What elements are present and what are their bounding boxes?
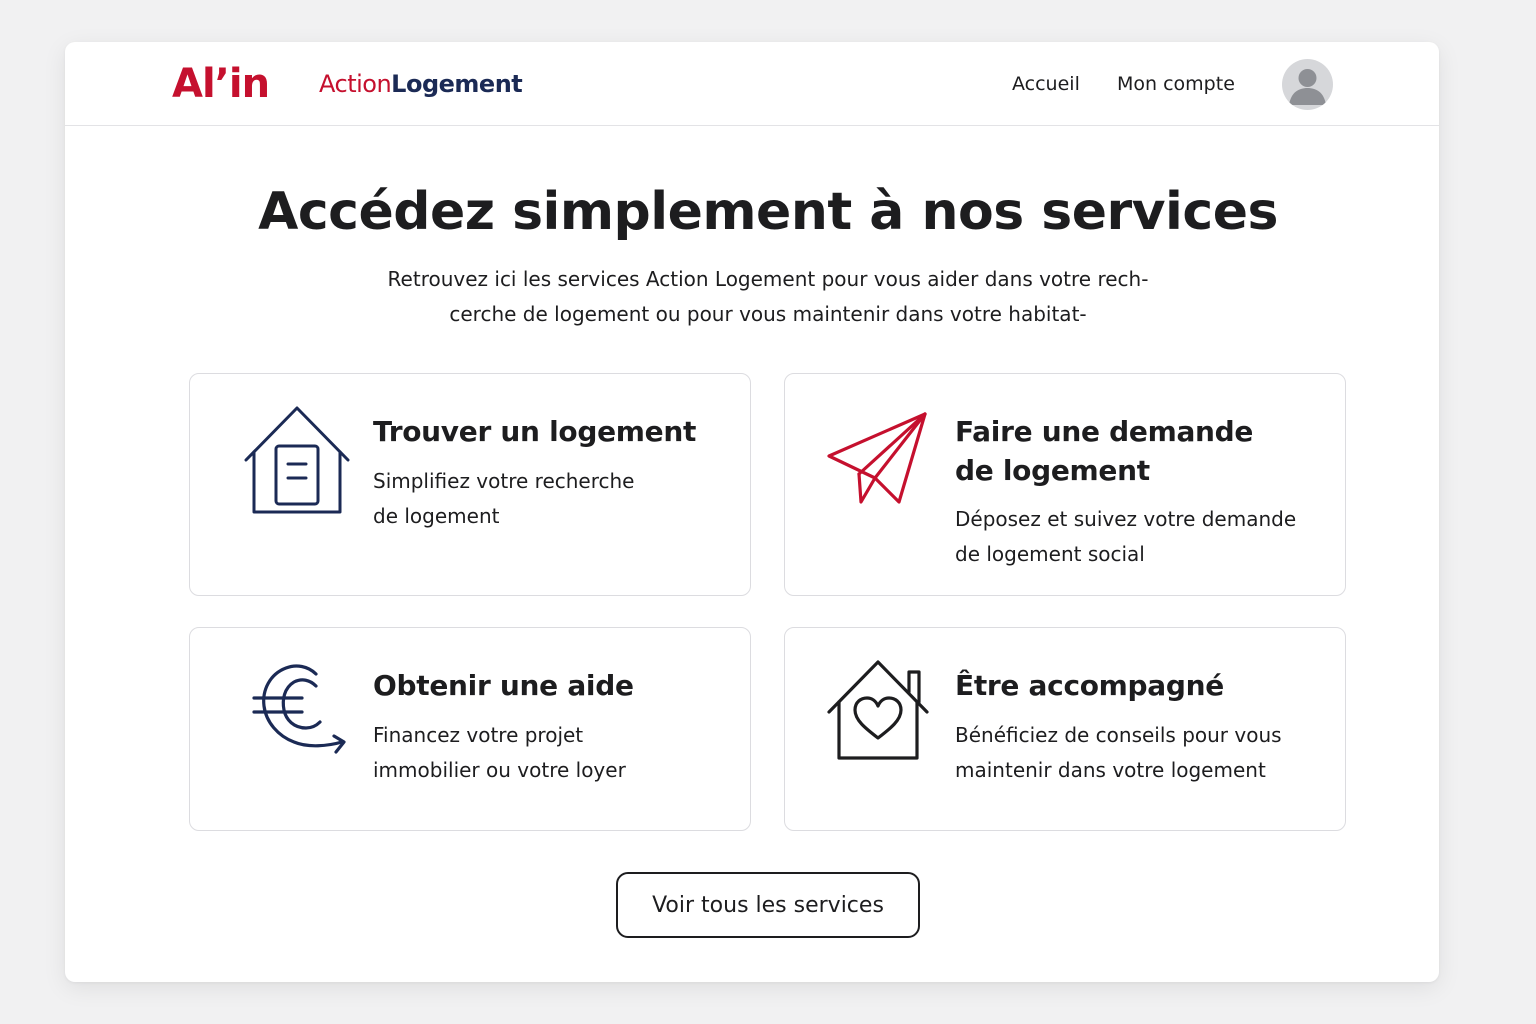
card-title: Être accompagné xyxy=(955,666,1224,705)
paper-plane-icon xyxy=(827,410,929,512)
action-logement-logo[interactable]: ActionLogement xyxy=(319,68,523,100)
card-title: Trouver un logement xyxy=(373,412,696,451)
card-title-line: de logement xyxy=(955,454,1150,487)
house-document-icon xyxy=(240,404,354,522)
subtitle-line: Retrouvez ici les services Action Logeme… xyxy=(387,267,1149,291)
card-desc-line: maintenir dans votre logement xyxy=(955,758,1266,782)
card-title-line: Trouver un logement xyxy=(373,415,697,448)
card-desc-line: Bénéficiez de conseils pour vous xyxy=(955,723,1282,747)
card-description: Financez votre projet immobilier ou votr… xyxy=(373,718,626,788)
euro-arrow-icon xyxy=(250,660,350,764)
nav-link-accueil[interactable]: Accueil xyxy=(1012,72,1080,96)
page-subtitle: Retrouvez ici les services Action Logeme… xyxy=(340,262,1196,332)
nav-link-mon-compte[interactable]: Mon compte xyxy=(1117,72,1235,96)
house-heart-icon xyxy=(825,658,931,768)
card-title: Faire une demande de logement xyxy=(955,412,1253,490)
card-title: Obtenir une aide xyxy=(373,666,634,705)
card-desc-line: immobilier ou votre loyer xyxy=(373,758,626,782)
card-desc-line: Financez votre projet xyxy=(373,723,584,747)
card-desc-line: Simplifiez votre recherche xyxy=(373,469,635,493)
logo-logement-text: Logement xyxy=(391,70,523,98)
service-card-obtenir-aide[interactable]: Obtenir une aide Financez votre projet i… xyxy=(189,627,751,831)
card-title-line: Obtenir une aide xyxy=(373,669,634,702)
see-all-services-button[interactable]: Voir tous les services xyxy=(616,872,920,938)
card-description: Bénéficiez de conseils pour vous mainten… xyxy=(955,718,1282,788)
page-title: Accédez simplement à nos services xyxy=(258,182,1278,242)
service-card-trouver-logement[interactable]: Trouver un logement Simplifiez votre rec… xyxy=(189,373,751,596)
alin-logo[interactable]: Al’in xyxy=(172,60,270,108)
user-avatar-icon[interactable] xyxy=(1282,59,1333,110)
card-title-line: Être accompagné xyxy=(955,669,1224,702)
service-card-etre-accompagne[interactable]: Être accompagné Bénéficiez de conseils p… xyxy=(784,627,1346,831)
card-title-line: Faire une demande xyxy=(955,415,1254,448)
service-card-demande-logement[interactable]: Faire une demande de logement Déposez et… xyxy=(784,373,1346,596)
card-description: Déposez et suivez votre demande de logem… xyxy=(955,502,1296,572)
card-desc-line: de logement social xyxy=(955,542,1145,566)
card-desc-line: de logement xyxy=(373,504,500,528)
card-description: Simplifiez votre recherche de logement xyxy=(373,464,634,534)
logo-action-text: Action xyxy=(319,70,392,98)
card-desc-line: Déposez et suivez votre demande xyxy=(955,507,1297,531)
top-header: Al’in ActionLogement Accueil Mon compte xyxy=(65,42,1439,126)
subtitle-line: cerche de logement ou pour vous mainteni… xyxy=(449,302,1087,326)
